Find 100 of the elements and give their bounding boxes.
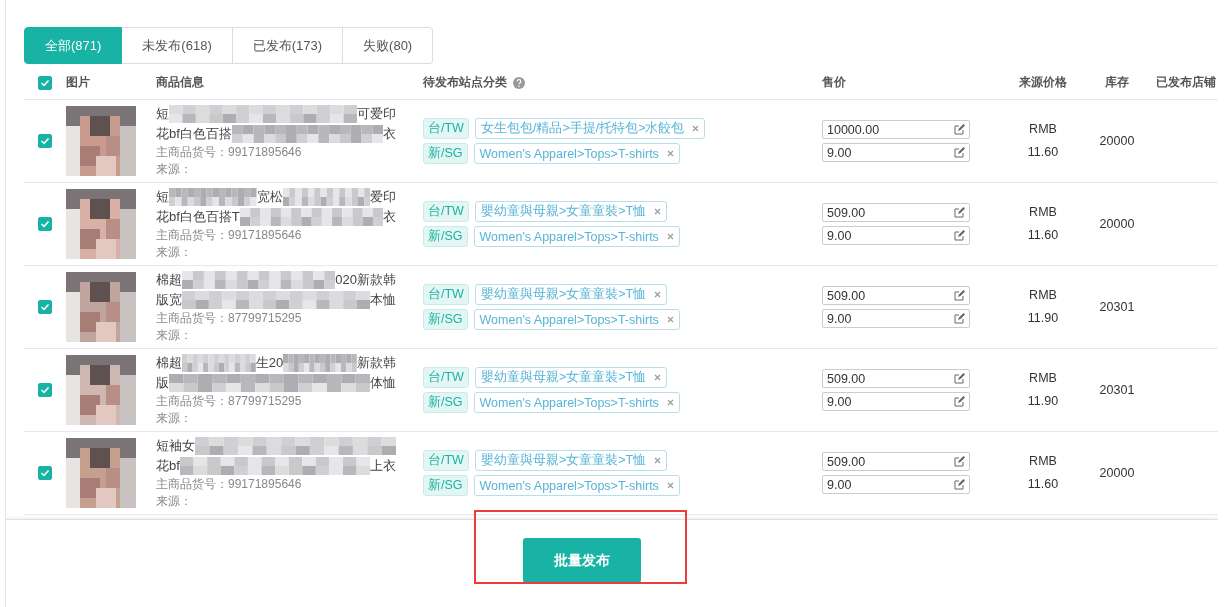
sku-number: 99171895646 bbox=[228, 228, 302, 242]
source-label: 来源： bbox=[156, 494, 192, 508]
check-icon bbox=[40, 77, 50, 88]
edit-icon[interactable] bbox=[954, 207, 965, 218]
product-title: 本恤 bbox=[370, 291, 396, 309]
check-icon bbox=[40, 385, 50, 395]
column-header: 库存 bbox=[1105, 74, 1129, 91]
column-header: 已发布店铺 bbox=[1156, 74, 1216, 91]
check-icon bbox=[40, 468, 50, 478]
edit-icon[interactable] bbox=[954, 147, 965, 158]
site-tag: 台/TW bbox=[423, 284, 469, 305]
product-title: 生20 bbox=[255, 354, 284, 372]
price-field[interactable]: 9.00 bbox=[822, 392, 970, 411]
edit-icon[interactable] bbox=[954, 396, 965, 407]
site-tag: 新/SG bbox=[423, 475, 468, 496]
tab[interactable]: 失败(80) bbox=[343, 27, 434, 64]
sku-number: 99171895646 bbox=[228, 477, 302, 491]
checkbox[interactable] bbox=[38, 134, 52, 148]
currency: RMB bbox=[1029, 204, 1057, 221]
checkbox[interactable] bbox=[38, 383, 52, 397]
sku-number: 87799715295 bbox=[228, 311, 302, 325]
product-title: 短 bbox=[156, 188, 169, 206]
currency: RMB bbox=[1029, 453, 1057, 470]
checkbox[interactable] bbox=[38, 75, 52, 90]
checkbox[interactable] bbox=[38, 300, 52, 314]
stock: 20301 bbox=[1098, 383, 1136, 397]
close-icon[interactable] bbox=[654, 457, 662, 464]
column-header: 来源价格 bbox=[1019, 74, 1067, 91]
price-field[interactable]: 9.00 bbox=[822, 475, 970, 494]
source-label: 来源： bbox=[156, 328, 192, 342]
stock: 20000 bbox=[1098, 217, 1136, 231]
source-price: 11.90 bbox=[1027, 393, 1059, 410]
sku-label: 主商品货号： bbox=[156, 394, 228, 408]
product-title: 花bf bbox=[156, 457, 180, 475]
close-icon[interactable] bbox=[666, 316, 674, 323]
column-header: 售价 bbox=[822, 74, 846, 91]
product-title: 新款韩 bbox=[357, 354, 396, 372]
site-tag: 台/TW bbox=[423, 118, 469, 139]
product-title: 花bf白色百搭T bbox=[156, 208, 240, 226]
source-price: 11.60 bbox=[1027, 144, 1059, 161]
price-field[interactable]: 9.00 bbox=[822, 226, 970, 245]
source-label: 来源： bbox=[156, 411, 192, 425]
site-tag: 新/SG bbox=[423, 309, 468, 330]
site-tag: 新/SG bbox=[423, 143, 468, 164]
edit-icon[interactable] bbox=[954, 230, 965, 241]
edit-icon[interactable] bbox=[954, 479, 965, 490]
column-header: 商品信息 bbox=[156, 74, 204, 91]
product-title: 短 bbox=[156, 105, 169, 123]
sku-number: 87799715295 bbox=[228, 394, 302, 408]
close-icon[interactable] bbox=[692, 125, 700, 132]
sku-label: 主商品货号： bbox=[156, 145, 228, 159]
help-icon[interactable] bbox=[513, 76, 525, 89]
edit-icon[interactable] bbox=[954, 456, 965, 467]
product-title: 花bf白色百搭 bbox=[156, 125, 232, 143]
close-icon[interactable] bbox=[666, 399, 674, 406]
check-icon bbox=[40, 219, 50, 229]
sku-number: 99171895646 bbox=[228, 145, 302, 159]
close-icon[interactable] bbox=[654, 374, 662, 381]
price-field[interactable]: 9.00 bbox=[822, 143, 970, 162]
product-title: 衣 bbox=[383, 125, 396, 143]
sku-label: 主商品货号： bbox=[156, 311, 228, 325]
close-icon[interactable] bbox=[654, 208, 662, 215]
site-tag: 新/SG bbox=[423, 226, 468, 247]
currency: RMB bbox=[1029, 370, 1057, 387]
price-field[interactable]: 9.00 bbox=[822, 309, 970, 328]
close-icon[interactable] bbox=[666, 482, 674, 489]
site-tag: 台/TW bbox=[423, 201, 469, 222]
checkbox[interactable] bbox=[38, 466, 52, 480]
product-title: 宽松 bbox=[256, 188, 283, 206]
edit-icon[interactable] bbox=[954, 313, 965, 324]
tab[interactable]: 未发布(618) bbox=[122, 27, 233, 64]
price-field[interactable]: 509.00 bbox=[822, 203, 970, 222]
price-field[interactable]: 509.00 bbox=[822, 452, 970, 471]
product-title: 衣 bbox=[383, 208, 396, 226]
product-title: 可爱印 bbox=[357, 105, 396, 123]
close-icon[interactable] bbox=[654, 291, 662, 298]
edit-icon[interactable] bbox=[954, 373, 965, 384]
edit-icon[interactable] bbox=[954, 124, 965, 135]
stock: 20000 bbox=[1098, 134, 1136, 148]
source-label: 来源： bbox=[156, 162, 192, 176]
sku-label: 主商品货号： bbox=[156, 228, 228, 242]
close-icon[interactable] bbox=[666, 233, 674, 240]
currency: RMB bbox=[1029, 287, 1057, 304]
close-icon[interactable] bbox=[666, 150, 674, 157]
price-field[interactable]: 10000.00 bbox=[822, 120, 970, 139]
product-title: 020新款韩 bbox=[335, 271, 396, 289]
product-title: 上衣 bbox=[370, 457, 396, 475]
tab[interactable]: 已发布(173) bbox=[232, 27, 344, 64]
sku-label: 主商品货号： bbox=[156, 477, 228, 491]
check-icon bbox=[40, 302, 50, 312]
site-tag: 新/SG bbox=[423, 392, 468, 413]
stock: 20000 bbox=[1098, 466, 1136, 480]
edit-icon[interactable] bbox=[954, 290, 965, 301]
product-title: 棉超 bbox=[156, 271, 182, 289]
product-title: 棉超 bbox=[156, 354, 182, 372]
product-title: 体恤 bbox=[370, 374, 396, 392]
checkbox[interactable] bbox=[38, 217, 52, 231]
site-tag: 台/TW bbox=[423, 367, 469, 388]
price-field[interactable]: 509.00 bbox=[822, 286, 970, 305]
price-field[interactable]: 509.00 bbox=[822, 369, 970, 388]
